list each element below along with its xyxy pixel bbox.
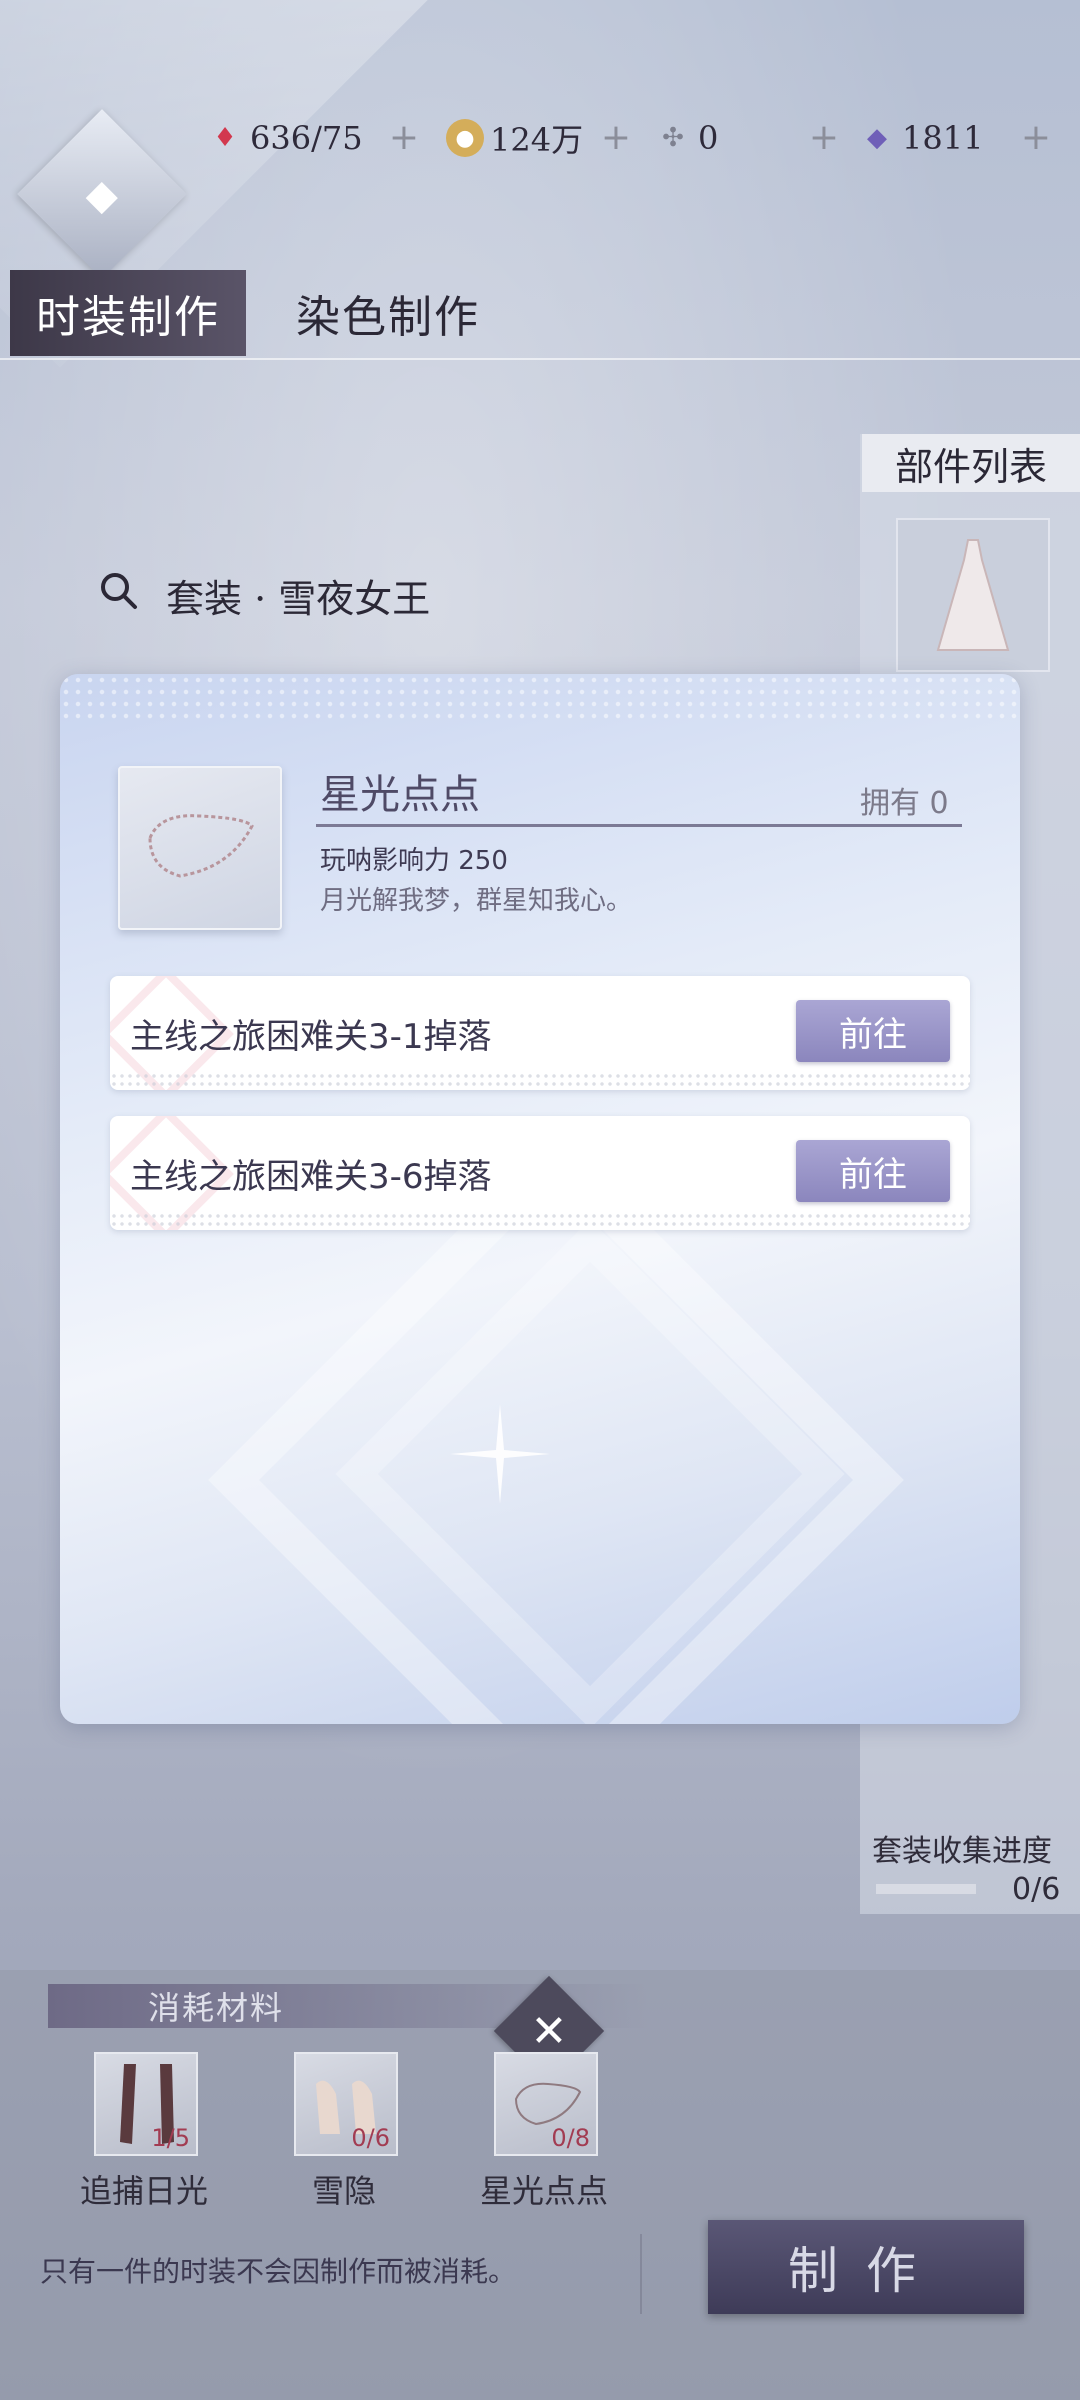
- material-card[interactable]: 1/5: [94, 2052, 198, 2156]
- go-button[interactable]: 前往: [796, 1000, 950, 1062]
- owned-count: 拥有 0: [860, 786, 949, 821]
- diamond-value: 1811: [902, 119, 984, 157]
- currency-diamond: ◆ 1811: [858, 112, 983, 164]
- add-diamond-button[interactable]: +: [1016, 112, 1056, 164]
- item-name-underline: [316, 824, 962, 827]
- modal-dot-pattern: [60, 674, 1020, 724]
- material-count: 0/8: [551, 2124, 590, 2152]
- stamina-value: 636/75: [250, 119, 363, 157]
- ticket-icon: ✣: [662, 123, 684, 153]
- material-count: 1/5: [151, 2124, 190, 2152]
- footer-divider: [640, 2234, 642, 2314]
- go-button[interactable]: 前往: [796, 1140, 950, 1202]
- item-description: 月光解我梦，群星知我心。: [320, 886, 633, 916]
- collection-progress-label: 套装收集进度: [872, 1834, 1052, 1869]
- add-stamina-button[interactable]: +: [384, 112, 424, 164]
- tab-divider: [0, 358, 1080, 360]
- currency-ticket: ✣ 0: [654, 112, 718, 164]
- necklace-icon: [148, 814, 254, 878]
- diamond-icon: ◆: [867, 123, 887, 153]
- item-influence-stat: 玩呐影响力 250: [320, 846, 508, 876]
- search-icon[interactable]: [98, 570, 138, 610]
- close-icon: ✕: [530, 2005, 568, 2057]
- suite-name[interactable]: 套装 · 雪夜女王: [166, 568, 430, 623]
- material-name: 追捕日光: [79, 2172, 208, 2210]
- sparkle-icon: [450, 1404, 550, 1504]
- item-name: 星光点点: [320, 772, 480, 818]
- source-label: 主线之旅困难关3-1掉落: [130, 1016, 492, 1057]
- add-gold-button[interactable]: +: [596, 112, 636, 164]
- parts-list-title: 部件列表: [862, 434, 1080, 492]
- tab-dye-craft[interactable]: 染色制作: [296, 270, 480, 356]
- consumption-note: 只有一件的时装不会因制作而被消耗。: [40, 2255, 517, 2288]
- collection-progress-bar: [876, 1884, 976, 1894]
- material-card[interactable]: 0/8: [494, 2052, 598, 2156]
- material-name: 雪隐: [311, 2172, 376, 2210]
- item-thumbnail: [118, 766, 282, 930]
- ticket-value: 0: [698, 119, 719, 157]
- currency-stamina: ♦ 636/75: [206, 112, 363, 164]
- collection-progress-value: 0/6: [1012, 1872, 1061, 1907]
- material-name: 星光点点: [479, 2172, 608, 2210]
- make-button[interactable]: 制作: [708, 2220, 1024, 2314]
- item-source-modal: 星光点点 拥有 0 玩呐影响力 250 月光解我梦，群星知我心。 主线之旅困难关…: [60, 674, 1020, 1724]
- part-card[interactable]: [896, 518, 1050, 672]
- heart-gem-icon: ♦: [213, 123, 237, 153]
- coin-icon: ●: [446, 119, 484, 157]
- back-arrow-icon: ◆: [85, 169, 119, 219]
- dress-thumbnail-icon: [936, 539, 1010, 651]
- source-row: 主线之旅困难关3-6掉落 前往: [110, 1116, 970, 1230]
- tab-fashion-craft[interactable]: 时装制作: [10, 270, 246, 356]
- currency-gold: ● 124万: [446, 112, 583, 164]
- add-ticket-button[interactable]: +: [804, 112, 844, 164]
- source-label: 主线之旅困难关3-6掉落: [130, 1156, 492, 1197]
- source-row: 主线之旅困难关3-1掉落 前往: [110, 976, 970, 1090]
- material-card[interactable]: 0/6: [294, 2052, 398, 2156]
- gold-value: 124万: [490, 121, 584, 159]
- material-count: 0/6: [351, 2124, 390, 2152]
